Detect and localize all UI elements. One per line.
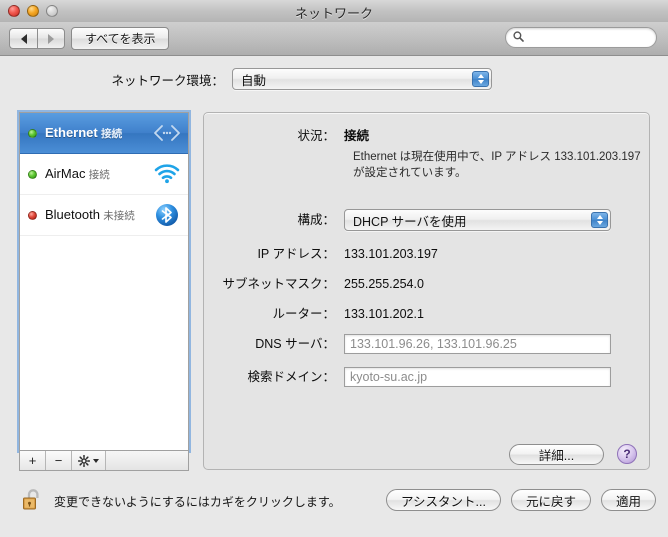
search-input[interactable]	[527, 30, 647, 45]
bottom-button-group: アシスタント... 元に戻す 適用	[386, 489, 656, 511]
show-all-label: すべてを表示	[85, 32, 156, 46]
configure-row: 構成： DHCP サーバを使用	[204, 209, 651, 231]
lock-row: 変更できないようにするにはカギをクリックします。	[22, 487, 341, 516]
back-button[interactable]	[9, 28, 37, 49]
sidebar-item-bluetooth-name: Bluetooth	[45, 207, 100, 222]
subnet-mask-row: サブネットマスク： 255.255.254.0	[204, 276, 651, 293]
status-value: 接続	[344, 129, 370, 143]
apply-button[interactable]: 適用	[600, 489, 656, 511]
sidebar-item-ethernet-text: Ethernet 接続	[45, 125, 153, 141]
subnet-mask-value: 255.255.254.0	[344, 277, 424, 291]
chevron-updown-icon	[591, 212, 608, 228]
configure-label: 構成：	[297, 212, 335, 227]
search-field[interactable]	[505, 27, 657, 48]
network-service-list[interactable]: Ethernet 接続 AirMac 接続 Bluetooth 未接続	[19, 112, 189, 451]
service-toolbar-filler	[106, 451, 188, 470]
bluetooth-icon	[153, 203, 181, 227]
ip-address-value: 133.101.203.197	[344, 247, 438, 261]
status-description: Ethernet は現在使用中で、IP アドレス 133.101.203.197…	[353, 151, 641, 179]
sidebar-item-bluetooth-status: 未接続	[103, 210, 135, 222]
network-location-popup[interactable]: 自動	[232, 68, 492, 90]
configure-value: DHCP サーバを使用	[353, 214, 467, 229]
revert-button[interactable]: 元に戻す	[510, 489, 591, 511]
sidebar-item-bluetooth[interactable]: Bluetooth 未接続	[20, 195, 188, 236]
sidebar-item-bluetooth-text: Bluetooth 未接続	[45, 207, 153, 223]
network-detail-panel: 状況： 接続 Ethernet は現在使用中で、IP アドレス 133.101.…	[203, 112, 650, 470]
sidebar-item-airmac-text: AirMac 接続	[45, 166, 153, 182]
search-icon	[513, 30, 524, 45]
assistant-button[interactable]: アシスタント...	[386, 489, 501, 511]
status-dot-red	[28, 210, 37, 220]
search-domains-label: 検索ドメイン：	[247, 369, 335, 384]
chevron-updown-icon	[472, 71, 489, 87]
search-domains-field[interactable]	[344, 367, 611, 387]
status-label: 状況：	[297, 129, 335, 143]
network-location-label: ネットワーク環境：	[111, 73, 224, 88]
forward-button[interactable]	[37, 28, 65, 49]
sidebar-item-ethernet-name: Ethernet	[45, 125, 98, 140]
help-label: ?	[623, 447, 631, 461]
revert-label: 元に戻す	[525, 494, 576, 509]
dns-servers-row: DNS サーバ：	[204, 334, 651, 354]
sidebar-item-airmac[interactable]: AirMac 接続	[20, 154, 188, 195]
configure-popup[interactable]: DHCP サーバを使用	[344, 209, 611, 231]
navigation-segmented-control	[9, 28, 65, 49]
advanced-button[interactable]: 詳細...	[509, 444, 604, 465]
status-dot-green	[28, 169, 37, 179]
search-domains-row: 検索ドメイン：	[204, 367, 651, 387]
forward-arrow-icon	[48, 33, 54, 44]
advanced-label: 詳細...	[538, 449, 575, 463]
assistant-label: アシスタント...	[401, 494, 486, 509]
add-service-label: +	[28, 453, 37, 468]
sidebar-item-ethernet-status: 接続	[101, 128, 123, 140]
toolbar: すべてを表示	[0, 22, 668, 56]
sidebar-item-airmac-name: AirMac	[45, 166, 86, 181]
ip-address-row: IP アドレス： 133.101.203.197	[204, 246, 651, 263]
chevron-down-icon	[93, 458, 99, 463]
ethernet-icon	[153, 125, 181, 141]
wifi-icon	[153, 164, 181, 184]
status-dot-green	[28, 128, 37, 138]
router-label: ルーター：	[272, 307, 335, 321]
window-title: ネットワーク	[294, 6, 373, 21]
titlebar: ネットワーク	[0, 0, 668, 23]
service-list-toolbar: + −	[19, 451, 189, 471]
remove-service-label: −	[54, 453, 63, 468]
router-row: ルーター： 133.101.202.1	[204, 306, 651, 323]
gear-icon	[78, 454, 90, 467]
dns-servers-field[interactable]	[344, 334, 611, 354]
dns-servers-label: DNS サーバ：	[255, 336, 335, 351]
help-button[interactable]: ?	[617, 444, 637, 464]
status-row: 状況： 接続	[204, 128, 651, 145]
ip-address-label: IP アドレス：	[257, 247, 335, 261]
dns-servers-input[interactable]	[350, 337, 605, 351]
add-service-button[interactable]: +	[20, 451, 46, 470]
show-all-button[interactable]: すべてを表示	[71, 27, 170, 50]
remove-service-button[interactable]: −	[46, 451, 72, 470]
sidebar-item-airmac-status: 接続	[88, 169, 110, 181]
network-location-row: ネットワーク環境： 自動	[0, 68, 668, 90]
subnet-mask-label: サブネットマスク：	[222, 277, 335, 291]
search-domains-input[interactable]	[350, 370, 605, 384]
apply-label: 適用	[615, 494, 641, 509]
router-value: 133.101.202.1	[344, 307, 424, 321]
sidebar-item-ethernet[interactable]: Ethernet 接続	[20, 113, 188, 154]
network-location-value: 自動	[241, 73, 267, 88]
unlocked-padlock-icon[interactable]	[22, 487, 44, 516]
network-preferences-window: ネットワーク すべてを表示 ネットワーク環境： 自動 Ethernet 接続 A…	[0, 0, 668, 537]
service-action-menu-button[interactable]	[72, 451, 106, 470]
back-arrow-icon	[20, 33, 27, 44]
lock-message: 変更できないようにするにはカギをクリックします。	[54, 495, 341, 509]
